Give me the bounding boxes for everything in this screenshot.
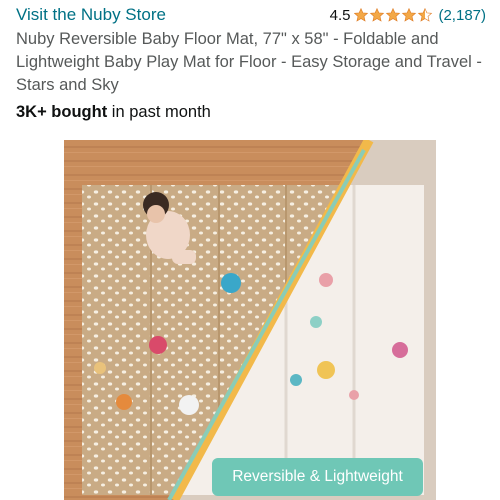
rating-summary[interactable]: 4.5 (2,187) [330,7,486,24]
product-title: Nuby Reversible Baby Floor Mat, 77" x 58… [16,30,482,94]
visit-store-link[interactable]: Visit the Nuby Store [16,5,166,25]
reversible-lightweight-badge: Reversible & Lightweight [212,458,423,496]
review-count-link[interactable]: (2,187) [438,7,486,24]
product-image[interactable]: Reversible & Lightweight [64,140,436,500]
store-rating-row: Visit the Nuby Store 4.5 (2,187) [16,4,486,26]
star-rating-icon [354,8,433,22]
bought-period: in past month [107,103,211,121]
rating-value: 4.5 [329,6,351,24]
bought-count: 3K+ bought [16,103,108,121]
bought-in-past-month: 3K+ bought in past month [16,103,211,122]
play-mat-photo [64,140,436,500]
